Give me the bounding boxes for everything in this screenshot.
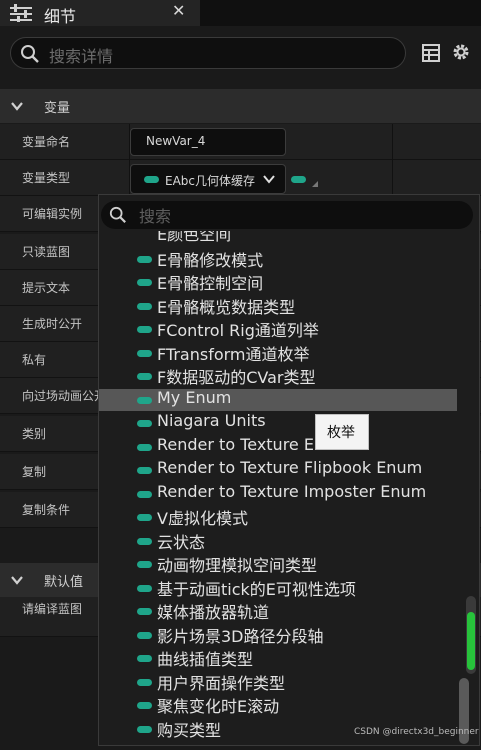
list-item[interactable]: 影片场景3D路径分段轴 bbox=[99, 624, 457, 646]
tooltip-text: 枚举 bbox=[327, 425, 355, 441]
list-item-label: E骨骼修改模式 bbox=[157, 251, 264, 270]
tooltip: 枚举 bbox=[315, 414, 369, 450]
enum-pill-icon bbox=[137, 514, 152, 521]
list-item-label: E颜色空间 bbox=[157, 231, 232, 243]
list-item[interactable]: Render to Texture Er bbox=[99, 435, 457, 458]
variable-name-field[interactable]: NewVar_4 bbox=[130, 128, 286, 156]
section-label: 默认值 bbox=[44, 575, 84, 590]
list-item-label: 云状态 bbox=[157, 533, 206, 552]
list-item-label: Render to Texture Flipbook Enum bbox=[157, 458, 423, 477]
chevron-down-icon bbox=[263, 175, 275, 184]
enum-pill-icon bbox=[137, 608, 152, 615]
list-item-label: F数据驱动的CVar类型 bbox=[157, 368, 316, 387]
enum-pill-icon bbox=[137, 420, 152, 427]
list-item-selected[interactable]: My Enum bbox=[99, 388, 457, 411]
enum-pill-icon bbox=[137, 726, 152, 733]
list-item[interactable]: 动画物理模拟空间类型 bbox=[99, 553, 457, 575]
enum-pill-icon bbox=[137, 373, 152, 380]
property-label: 变量命名 bbox=[22, 135, 71, 149]
type-pill-icon bbox=[144, 176, 159, 183]
list-item[interactable]: Niagara Units bbox=[99, 411, 457, 434]
enum-pill-icon bbox=[137, 491, 152, 498]
list-item-label: E骨骼概览数据类型 bbox=[157, 298, 296, 317]
list-item[interactable]: FControl Rig通道列举 bbox=[99, 318, 457, 340]
list-item-label: FTransform通道枚举 bbox=[157, 345, 310, 364]
enum-pill-icon bbox=[137, 444, 152, 451]
gear-icon[interactable] bbox=[451, 42, 471, 62]
list-item[interactable]: E骨骼控制空间 bbox=[99, 271, 457, 293]
list-item[interactable]: V虚拟化模式 bbox=[99, 506, 457, 528]
list-item[interactable]: E骨骼概览数据类型 bbox=[99, 295, 457, 317]
list-item-label: V虚拟化模式 bbox=[157, 509, 248, 528]
variable-type-value: EAbc几何体缓存 bbox=[165, 174, 256, 188]
enum-pill-icon bbox=[137, 679, 152, 686]
list-item-label: 聚焦变化时E滚动 bbox=[157, 697, 280, 716]
enum-pill-icon bbox=[137, 326, 152, 333]
list-item[interactable]: 云状态 bbox=[99, 530, 457, 552]
container-dropdown-corner-icon[interactable] bbox=[312, 181, 318, 187]
enum-pill-icon bbox=[137, 538, 152, 545]
list-item[interactable]: 基于动画tick的E可视性选项 bbox=[99, 577, 457, 599]
container-type-icon[interactable] bbox=[291, 176, 306, 183]
list-item[interactable]: 用户界面操作类型 bbox=[99, 671, 457, 693]
list-item-label: 曲线插值类型 bbox=[157, 650, 254, 669]
type-list: E颜色空间 E骨骼修改模式 E骨骼控制空间 E骨骼概览数据类型 FControl… bbox=[99, 195, 459, 745]
tab-title: 细节 bbox=[44, 7, 77, 26]
watermark: CSDN @directx3d_beginner bbox=[354, 727, 479, 737]
search-placeholder: 搜索详情 bbox=[49, 47, 114, 66]
search-input[interactable]: 搜索详情 bbox=[10, 37, 406, 69]
scrollbar-fill bbox=[467, 612, 475, 670]
enum-pill-icon bbox=[137, 585, 152, 592]
section-label: 变量 bbox=[44, 101, 71, 116]
sliders-icon bbox=[10, 4, 32, 22]
enum-pill-icon bbox=[137, 256, 152, 263]
list-item[interactable]: Render to Texture Imposter Enum bbox=[99, 482, 457, 505]
type-search-placeholder: 搜索 bbox=[139, 207, 172, 226]
chevron-down-icon bbox=[11, 102, 23, 111]
enum-pill-icon bbox=[137, 467, 152, 474]
enum-pill-icon bbox=[137, 702, 152, 709]
list-item[interactable]: F数据驱动的CVar类型 bbox=[99, 365, 457, 387]
variable-name-value: NewVar_4 bbox=[146, 134, 206, 148]
list-item-label: My Enum bbox=[157, 388, 232, 407]
section-header-variables[interactable]: 变量 bbox=[0, 89, 481, 123]
list-item-label: 基于动画tick的E可视性选项 bbox=[157, 580, 356, 599]
search-icon bbox=[21, 45, 39, 63]
list-item[interactable]: 曲线插值类型 bbox=[99, 647, 457, 669]
tab-bar: 细节 ✕ bbox=[0, 0, 481, 26]
list-item-label: Render to Texture Imposter Enum bbox=[157, 482, 427, 501]
enum-pill-icon bbox=[137, 303, 152, 310]
list-item-label: Render to Texture Er bbox=[157, 435, 321, 454]
type-picker-popup: E颜色空间 E骨骼修改模式 E骨骼控制空间 E骨骼概览数据类型 FControl… bbox=[98, 194, 480, 746]
list-item-label: 购买类型 bbox=[157, 721, 222, 740]
list-item[interactable]: FTransform通道枚举 bbox=[99, 342, 457, 364]
list-item[interactable]: 聚焦变化时E滚动 bbox=[99, 694, 457, 716]
list-item[interactable]: 媒体播放器轨道 bbox=[99, 600, 457, 622]
enum-pill-icon bbox=[137, 397, 152, 404]
enum-pill-icon bbox=[137, 655, 152, 662]
details-tab[interactable]: 细节 ✕ bbox=[0, 0, 200, 26]
list-item-label: 动画物理模拟空间类型 bbox=[157, 556, 318, 575]
list-item[interactable]: E颜色空间 bbox=[99, 231, 457, 243]
enum-pill-icon bbox=[137, 632, 152, 639]
list-item-label: E骨骼控制空间 bbox=[157, 274, 264, 293]
search-icon bbox=[109, 206, 126, 223]
list-item-label: FControl Rig通道列举 bbox=[157, 321, 319, 340]
chevron-down-icon bbox=[11, 576, 23, 585]
type-search-input[interactable]: 搜索 bbox=[101, 201, 473, 229]
list-item[interactable]: Render to Texture Flipbook Enum bbox=[99, 458, 457, 481]
list-item[interactable]: E骨骼修改模式 bbox=[99, 248, 457, 270]
list-item-label: 媒体播放器轨道 bbox=[157, 603, 270, 622]
enum-pill-icon bbox=[137, 279, 152, 286]
close-icon[interactable]: ✕ bbox=[172, 1, 185, 20]
list-item-label: 影片场景3D路径分段轴 bbox=[157, 627, 324, 646]
table-view-icon[interactable] bbox=[422, 44, 440, 62]
list-item-label: Niagara Units bbox=[157, 411, 266, 430]
property-label: 变量类型 bbox=[22, 171, 71, 185]
variable-type-dropdown[interactable]: EAbc几何体缓存 bbox=[130, 164, 286, 194]
list-item-label: 用户界面操作类型 bbox=[157, 674, 286, 693]
enum-pill-icon bbox=[137, 561, 152, 568]
enum-pill-icon bbox=[137, 350, 152, 357]
